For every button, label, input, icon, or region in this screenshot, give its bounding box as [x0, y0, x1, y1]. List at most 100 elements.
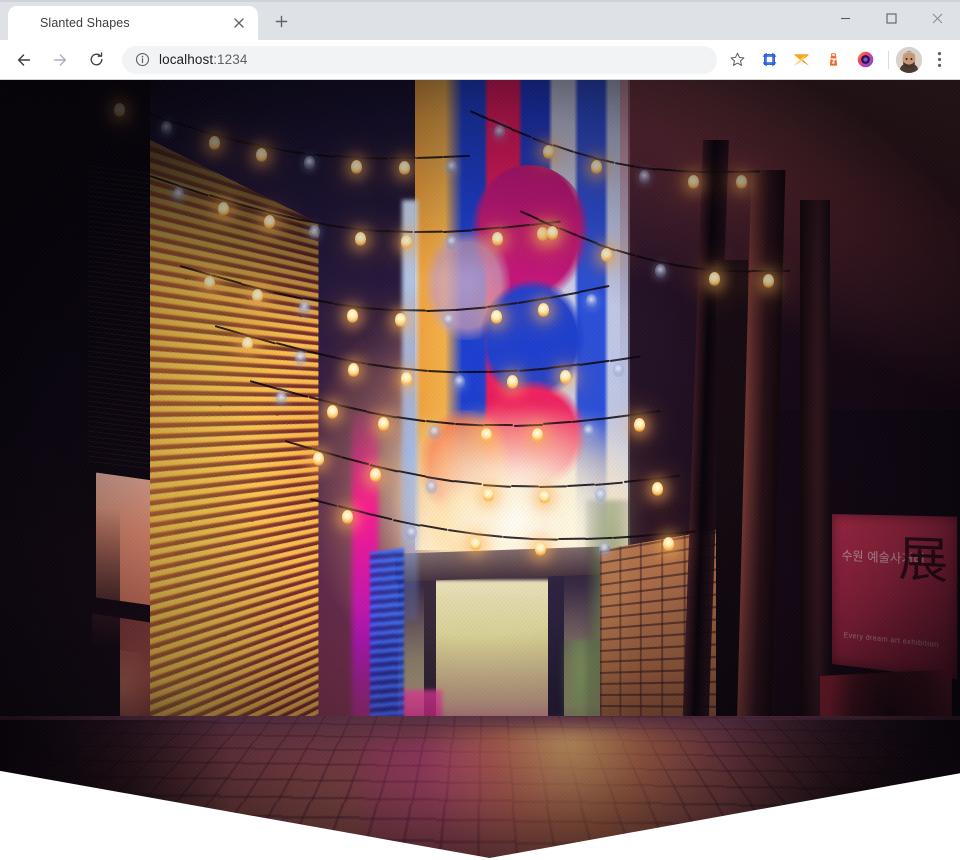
light-bulb — [591, 160, 602, 174]
light-bulb — [663, 537, 674, 551]
extension-lighthouse-icon[interactable] — [820, 47, 846, 73]
light-bulb — [481, 428, 492, 442]
light-bulb — [634, 418, 645, 432]
light-bulb — [204, 276, 215, 290]
bookmark-star-icon[interactable] — [723, 46, 751, 74]
light-bulb — [483, 488, 494, 502]
light-bulb — [535, 542, 546, 556]
back-button[interactable] — [9, 45, 39, 75]
light-bulb — [426, 480, 437, 494]
light-bulb — [688, 175, 699, 189]
exhibition-banner: 수원 예술사거리 展 Every dream art exhibition — [832, 514, 957, 680]
maximize-icon — [886, 13, 897, 24]
light-bulb — [309, 225, 320, 239]
forward-button[interactable] — [45, 45, 75, 75]
tab-title: Slanted Shapes — [40, 16, 230, 30]
light-bulb — [595, 488, 606, 502]
chrome-menu-icon[interactable] — [926, 46, 952, 74]
light-wire — [732, 270, 751, 272]
light-bulb — [264, 215, 275, 229]
address-bar[interactable]: localhost:1234 — [122, 46, 717, 74]
light-bulb — [736, 175, 747, 189]
neon-strip-white — [402, 200, 418, 620]
close-icon — [932, 13, 943, 24]
light-bulb — [348, 363, 359, 377]
light-bulb — [601, 248, 612, 262]
light-bulb — [470, 537, 481, 551]
light-bulb — [256, 148, 267, 162]
maximize-button[interactable] — [868, 0, 914, 36]
close-window-button[interactable] — [914, 0, 960, 36]
alley-photograph: 수원 예술사거리 展 Every dream art exhibition — [0, 80, 960, 858]
window-controls — [822, 0, 960, 36]
extension-envelope-icon[interactable] — [788, 47, 814, 73]
light-bulb — [543, 145, 554, 159]
extension-artboard-frame-icon[interactable] — [756, 47, 782, 73]
minimize-button[interactable] — [822, 0, 868, 36]
light-bulb — [401, 235, 412, 249]
profile-avatar[interactable] — [896, 47, 922, 73]
light-bulb — [429, 425, 440, 439]
light-bulb — [218, 202, 229, 216]
light-bulb — [355, 232, 366, 246]
light-wire — [751, 270, 770, 272]
light-bulb — [173, 187, 184, 201]
light-bulb — [252, 289, 263, 303]
light-bulb — [599, 542, 610, 556]
light-bulb — [161, 121, 172, 135]
light-wire — [713, 269, 732, 272]
light-bulb — [583, 424, 594, 438]
light-wire — [698, 171, 719, 173]
minimize-icon — [840, 13, 851, 24]
light-bulb — [209, 136, 220, 150]
address-bar-text: localhost:1234 — [159, 52, 247, 67]
light-bulb — [709, 272, 720, 286]
new-tab-button[interactable] — [264, 4, 298, 38]
browser-toolbar: localhost:1234 — [0, 40, 960, 80]
light-bulb — [304, 156, 315, 170]
light-bulb — [652, 482, 663, 496]
browser-window: Slanted Shapes — [0, 0, 960, 860]
light-wire — [414, 231, 443, 233]
light-wire — [719, 171, 740, 173]
arrow-right-icon — [51, 51, 69, 69]
light-bulb — [538, 303, 549, 317]
light-wire — [530, 538, 558, 541]
light-bulb — [586, 294, 597, 308]
light-wire — [361, 157, 388, 160]
light-bulb — [492, 232, 503, 246]
light-bulb — [547, 226, 558, 240]
light-bulb — [406, 526, 417, 540]
tab-slanted-shapes[interactable]: Slanted Shapes — [8, 6, 258, 40]
left-wall-shadow-lower — [0, 508, 120, 858]
light-bulb — [399, 161, 410, 175]
reload-button[interactable] — [81, 45, 111, 75]
light-bulb — [342, 510, 353, 524]
extension-colorful-ring-icon[interactable] — [852, 47, 878, 73]
light-bulb — [327, 405, 338, 419]
light-bulb — [242, 337, 253, 351]
light-bulb — [276, 391, 287, 405]
close-tab-icon[interactable] — [230, 14, 248, 32]
light-bulb — [295, 351, 306, 365]
reload-icon — [88, 51, 105, 68]
banner-han-character: 展 — [898, 534, 948, 585]
tab-strip: Slanted Shapes — [0, 0, 960, 40]
arrow-left-icon — [15, 51, 33, 69]
url-port: :1234 — [213, 52, 247, 67]
right-warm-light-wash — [620, 80, 960, 410]
light-bulb — [395, 313, 406, 327]
light-bulb — [443, 313, 454, 327]
info-circle-icon[interactable] — [133, 51, 151, 69]
light-wire — [771, 270, 790, 272]
light-bulb — [446, 235, 457, 249]
light-bulb — [114, 103, 125, 117]
light-bulb — [763, 274, 774, 288]
light-bulb — [560, 370, 571, 384]
light-bulb — [347, 309, 358, 323]
light-bulb — [539, 490, 550, 504]
banner-english-text: Every dream art exhibition — [844, 632, 939, 649]
light-bulb — [446, 160, 457, 174]
light-bulb — [370, 468, 381, 482]
hero-image-clipped-chevron: 수원 예술사거리 展 Every dream art exhibition — [0, 80, 960, 858]
